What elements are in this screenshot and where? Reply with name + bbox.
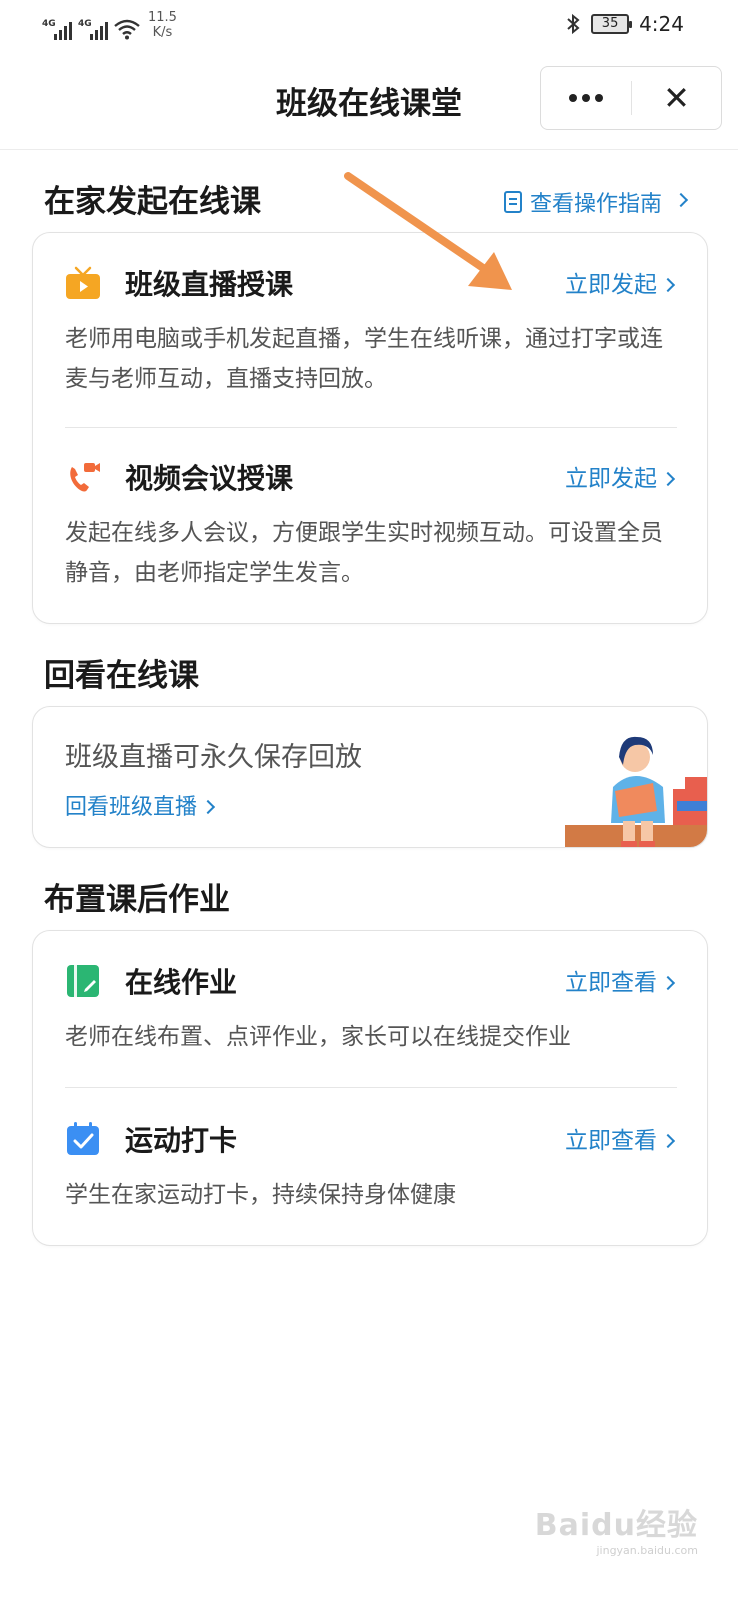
replay-link-label: 回看班级直播 <box>65 795 198 820</box>
network-type-label-2: 4G <box>78 19 92 29</box>
close-icon[interactable]: ✕ <box>632 67 721 129</box>
wifi-icon <box>114 19 140 40</box>
signal-icon-2: 4G <box>78 19 108 40</box>
replay-card[interactable]: 班级直播可永久保存回放 回看班级直播 <box>32 706 708 848</box>
speed-unit: K/s <box>152 25 173 40</box>
baidu-watermark: Baidu经验 jingyan.baidu.com <box>535 1500 698 1557</box>
item-name: 班级直播授课 <box>125 268 294 301</box>
watermark-logo: Baidu经验 <box>534 1508 698 1543</box>
item-description: 老师用电脑或手机发起直播，学生在线听课，通过打字或连麦与老师互动，直播支持回放。 <box>65 326 663 392</box>
tv-icon <box>66 266 100 299</box>
item-description: 学生在家运动打卡，持续保持身体健康 <box>65 1182 456 1208</box>
calendar-check-icon <box>67 1122 99 1155</box>
action-label: 立即发起 <box>565 466 657 492</box>
chevron-right-icon <box>660 1133 676 1149</box>
action-label: 立即查看 <box>565 1128 657 1154</box>
reading-girl-illustration <box>565 736 707 847</box>
battery-level: 35 <box>601 16 619 31</box>
homework-icon <box>67 965 99 997</box>
divider <box>65 427 677 428</box>
homework-card: 在线作业 立即查看 老师在线布置、点评作业，家长可以在线提交作业 运动打卡 立即… <box>32 930 708 1246</box>
section-title-live: 在家发起在线课 <box>44 184 261 220</box>
action-label: 立即查看 <box>565 970 657 996</box>
mini-program-capsule: ✕ <box>540 66 722 130</box>
network-speed: 11.5 K/s <box>148 10 177 40</box>
chevron-right-icon <box>673 192 689 208</box>
speed-value: 11.5 <box>148 10 177 25</box>
item-name: 运动打卡 <box>125 1124 238 1157</box>
bluetooth-icon <box>567 13 580 35</box>
battery-icon: 35 <box>591 14 633 34</box>
section-title-homework: 布置课后作业 <box>44 882 230 918</box>
start-meeting-button[interactable]: 立即发起 <box>565 459 676 493</box>
section-title-replay: 回看在线课 <box>44 658 199 694</box>
view-exercise-button[interactable]: 立即查看 <box>565 1121 676 1155</box>
view-homework-button[interactable]: 立即查看 <box>565 963 676 997</box>
action-label: 立即发起 <box>565 272 657 298</box>
network-type-label: 4G <box>42 19 56 29</box>
item-description: 老师在线布置、点评作业，家长可以在线提交作业 <box>65 1024 571 1050</box>
chevron-right-icon <box>660 471 676 487</box>
chevron-right-icon <box>660 975 676 991</box>
guide-link-label: 查看操作指南 <box>529 192 662 217</box>
item-name: 视频会议授课 <box>125 462 294 495</box>
replay-link[interactable]: 回看班级直播 <box>65 789 216 821</box>
item-name: 在线作业 <box>125 966 238 999</box>
watermark-url: jingyan.baidu.com <box>596 1544 698 1557</box>
start-live-button[interactable]: 立即发起 <box>565 265 676 299</box>
page-header: 班级在线课堂 ✕ <box>0 52 738 150</box>
chevron-right-icon <box>660 277 676 293</box>
divider <box>65 1087 677 1088</box>
status-bar: 4G 4G 11.5 K/s 35 4:24 <box>0 0 738 52</box>
clock: 4:24 <box>639 12 684 36</box>
document-icon <box>503 191 522 213</box>
replay-description: 班级直播可永久保存回放 <box>65 742 362 773</box>
signal-icon: 4G <box>42 19 72 40</box>
guide-link[interactable]: 查看操作指南 <box>503 186 689 218</box>
live-card: 班级直播授课 立即发起 老师用电脑或手机发起直播，学生在线听课，通过打字或连麦与… <box>32 232 708 624</box>
item-description: 发起在线多人会议，方便跟学生实时视频互动。可设置全员静音，由老师指定学生发言。 <box>65 520 663 586</box>
more-dots-icon[interactable] <box>541 67 631 129</box>
video-call-icon <box>70 463 100 492</box>
chevron-right-icon <box>200 799 216 815</box>
